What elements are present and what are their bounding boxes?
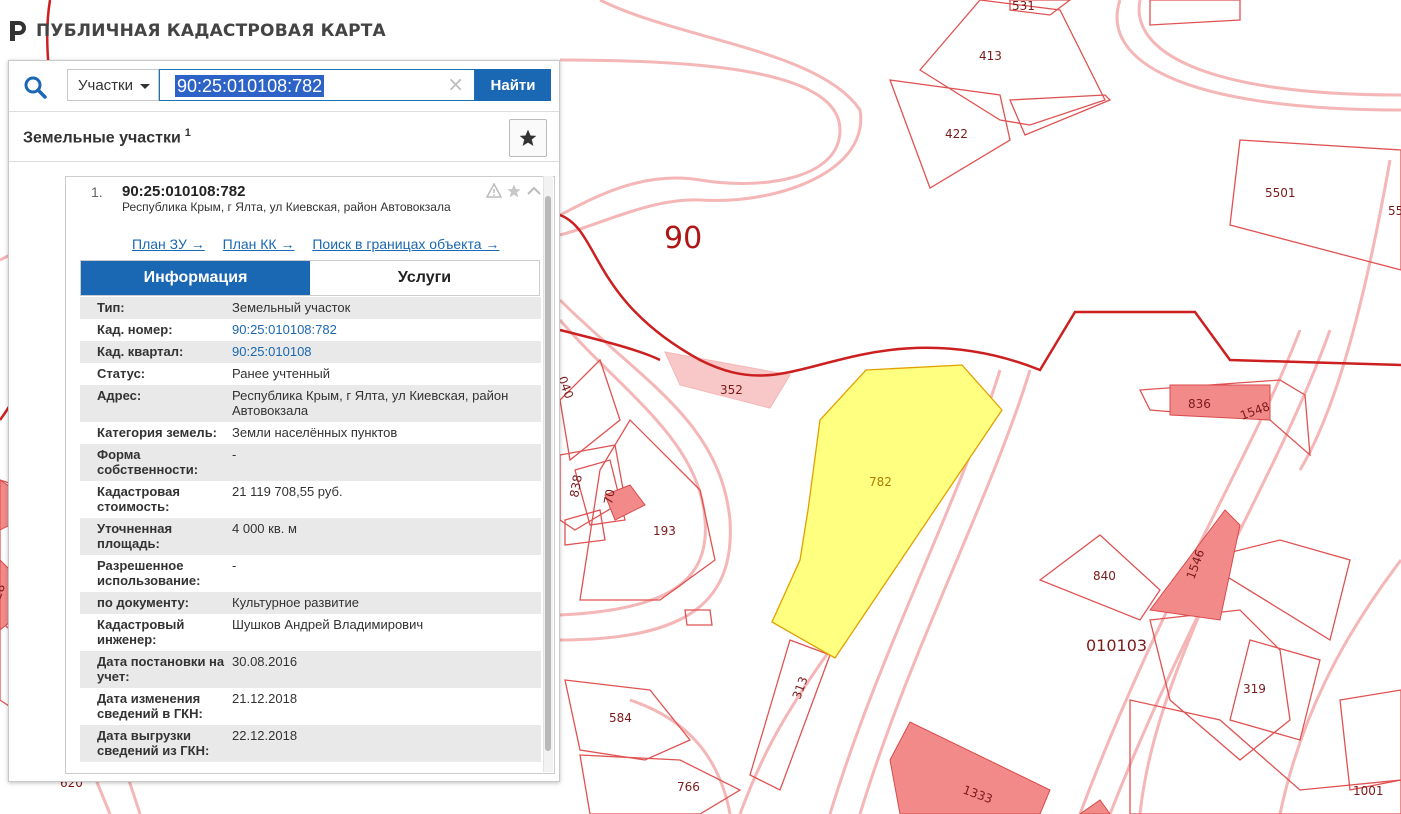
search-in-bounds-link[interactable]: Поиск в границах объекта → (312, 236, 499, 252)
row-label: Дата изменения сведений в ГКН: (97, 691, 203, 721)
svg-text:584: 584 (609, 711, 632, 725)
row-value: 21.12.2018 (232, 691, 298, 706)
row-value: Культурное развитие (232, 595, 359, 610)
svg-text:193: 193 (653, 524, 676, 538)
svg-text:352: 352 (720, 383, 743, 397)
svg-text:313: 313 (790, 675, 811, 701)
row-label: Тип: (97, 300, 125, 315)
table-row: Кадастровая стоимость: 21 119 708,55 руб. (80, 481, 541, 518)
svg-text:422: 422 (945, 127, 968, 141)
table-row: Категория земель: Земли населённых пункто… (80, 422, 541, 444)
table-row: Статус: Ранее учтенный (80, 363, 541, 385)
row-label: Кад. квартал: (97, 344, 184, 359)
row-label: Форма собственности: (97, 447, 199, 477)
table-row: Адрес: Республика Крым, г Ялта, ул Киевск… (80, 385, 541, 422)
row-label: Адрес: (97, 388, 142, 403)
quarter-label: 010103 (1086, 636, 1147, 655)
selected-parcel-782 (771, 364, 1003, 659)
tab-info[interactable]: Информация (81, 261, 310, 295)
result-number: 1. (91, 184, 103, 200)
table-row: Кадастровый инженер: Шушков Андрей Владим… (80, 614, 541, 651)
table-row: Дата постановки на учет: 30.08.2016 (80, 651, 541, 688)
region-label: 90 (664, 221, 702, 256)
svg-text:1001: 1001 (1353, 784, 1384, 798)
row-value-link[interactable]: 90:25:010108 (232, 344, 541, 359)
row-label: Кадастровый инженер: (97, 617, 185, 647)
svg-text:319: 319 (1243, 682, 1266, 696)
row-value: Шушков Андрей Владимирович (232, 617, 424, 632)
row-value-link[interactable]: 90:25:010108:782 (232, 322, 541, 337)
results-title: Земельные участки 1 (23, 127, 191, 147)
row-label: Статус: (97, 366, 146, 381)
row-value: Земельный участок (232, 300, 351, 315)
results-title-text: Земельные участки (23, 129, 181, 147)
info-tabs: Информация Услуги (80, 260, 540, 296)
info-table: Тип: Земельный участок Кад. номер: 90:25:0… (80, 297, 541, 762)
svg-text:70: 70 (601, 488, 617, 505)
row-label: по документу: (97, 595, 189, 610)
object-type-label: Участки (78, 76, 133, 94)
table-row: Дата изменения сведений в ГКН: 21.12.2018 (80, 688, 541, 725)
warning-icon[interactable] (486, 183, 502, 199)
row-label: Кад. номер: (97, 322, 173, 337)
svg-text:836: 836 (1188, 397, 1211, 411)
row-label: Кадастровая стоимость: (97, 484, 180, 514)
row-label: Дата постановки на учет: (97, 654, 225, 684)
chevron-up-icon[interactable] (526, 183, 542, 199)
results-count: 1 (184, 127, 191, 139)
row-value: Земли населённых пунктов (232, 425, 398, 440)
svg-text:766: 766 (677, 780, 700, 794)
table-row: по документу: Культурное развитие (80, 592, 541, 614)
row-value: 21 119 708,55 руб. (232, 484, 343, 499)
table-row: Кад. номер: 90:25:010108:782 (80, 319, 541, 341)
row-label: Уточненная площадь: (97, 521, 173, 551)
star-icon (519, 129, 537, 146)
row-value: 22.12.2018 (232, 728, 298, 743)
row-value: Ранее учтенный (232, 366, 330, 381)
table-row: Уточненная площадь: 4 000 кв. м (80, 518, 541, 555)
plan-kk-link[interactable]: План КК → (223, 236, 295, 252)
row-label: Категория земель: (97, 425, 218, 440)
row-value: 4 000 кв. м (232, 521, 297, 536)
result-links: План ЗУ → План КК → Поиск в границах объ… (132, 236, 513, 252)
result-cad-number[interactable]: 90:25:010108:782 (122, 183, 245, 200)
table-row: Дата выгрузки сведений из ГКН: 22.12.2018 (80, 725, 541, 762)
svg-text:531: 531 (1012, 0, 1035, 13)
results-header: Земельные участки 1 (9, 113, 559, 162)
row-value: - (232, 558, 237, 573)
tab-services[interactable]: Услуги (310, 261, 539, 295)
brand: ПУБЛИЧНАЯ КАДАСТРОВАЯ КАРТА (8, 18, 386, 44)
result-actions (486, 183, 542, 199)
search-input[interactable]: 90:25:010108:782 × (159, 69, 475, 101)
row-value: 30.08.2016 (232, 654, 298, 669)
row-label: Разрешенное использование: (97, 558, 201, 588)
table-row: Форма собственности: - (80, 444, 541, 481)
favorites-button[interactable] (509, 119, 547, 157)
search-icon[interactable] (23, 75, 47, 99)
logo-icon (10, 21, 26, 41)
svg-text:5501: 5501 (1265, 186, 1296, 200)
caret-down-icon (140, 84, 150, 89)
search-query: 90:25:010108:782 (175, 75, 325, 97)
scrollbar-thumb[interactable] (545, 196, 551, 751)
row-value: - (232, 447, 237, 462)
result-address: Республика Крым, г Ялта, ул Киевская, ра… (122, 200, 451, 214)
svg-text:413: 413 (979, 49, 1002, 63)
svg-text:55: 55 (1388, 204, 1401, 218)
svg-text:782: 782 (869, 475, 892, 489)
plan-zu-link[interactable]: План ЗУ → (132, 236, 205, 252)
search-bar: Участки 90:25:010108:782 × Найти (9, 61, 559, 112)
object-type-select[interactable]: Участки (67, 69, 159, 101)
table-row: Тип: Земельный участок (80, 297, 541, 319)
svg-text:840: 840 (1093, 569, 1116, 583)
table-row: Кад. квартал: 90:25:010108 (80, 341, 541, 363)
row-label: Дата выгрузки сведений из ГКН: (97, 728, 210, 758)
brand-title: ПУБЛИЧНАЯ КАДАСТРОВАЯ КАРТА (36, 21, 386, 41)
row-value: Республика Крым, г Ялта, ул Киевская, ра… (232, 388, 509, 418)
table-row: Разрешенное использование: - (80, 555, 541, 592)
clear-icon[interactable]: × (447, 72, 464, 96)
find-button[interactable]: Найти (475, 69, 551, 101)
star-icon[interactable] (506, 183, 522, 199)
